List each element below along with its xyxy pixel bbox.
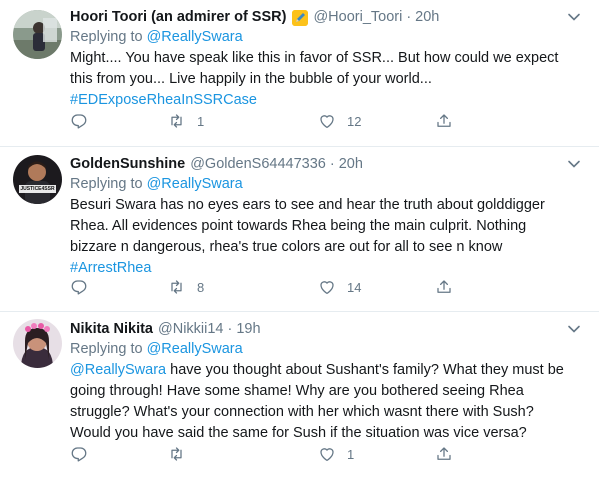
tweet-text-line: this from you... Live happily in the bub… xyxy=(70,71,432,87)
display-name[interactable]: Nikita Nikita xyxy=(70,320,153,339)
user-handle[interactable]: @Hoori_Toori xyxy=(313,8,402,27)
heart-icon xyxy=(320,448,334,462)
replying-to: Replying to @ReallySwara xyxy=(70,339,585,360)
tweet[interactable]: JUSTICE4SSR GoldenSunshine @GoldenS64447… xyxy=(0,147,599,312)
hashtag-link[interactable]: #ArrestRhea xyxy=(70,260,151,276)
person-photo-icon xyxy=(13,155,62,204)
share-button[interactable] xyxy=(435,445,453,463)
retweet-icon xyxy=(171,447,182,461)
tweet-header: GoldenSunshine @GoldenS64447336 · 20h xyxy=(70,155,585,174)
share-button[interactable] xyxy=(435,112,453,130)
tweet-text-line: Rhea. All evidences point towards Rhea b… xyxy=(70,218,527,234)
tweet[interactable]: Nikita Nikita @Nikkii14 · 19h Replying t… xyxy=(0,312,599,481)
chevron-down-icon[interactable] xyxy=(565,8,583,26)
dot-separator: · xyxy=(329,156,335,172)
retweet-count: 8 xyxy=(197,279,205,295)
mention-link[interactable]: @ReallySwara xyxy=(70,362,166,378)
share-icon xyxy=(437,447,451,460)
avatar[interactable] xyxy=(13,10,62,59)
retweet-count: 1 xyxy=(197,113,205,129)
like-count: 14 xyxy=(347,279,362,295)
tweet-text-line: struggle? What's your connection with he… xyxy=(70,404,534,420)
avatar-caption: JUSTICE4SSR xyxy=(20,186,55,192)
hashtag-link[interactable]: #EDExposeRheaInSSRCase xyxy=(70,92,257,108)
tweet[interactable]: Hoori Toori (an admirer of SSR) @Hoori_T… xyxy=(0,0,599,147)
reply-bubble-icon xyxy=(71,280,87,295)
tweet-text-line: bizzare n dangerous, rhea's true colors … xyxy=(70,239,503,255)
avatar[interactable] xyxy=(13,319,62,368)
user-handle[interactable]: @Nikkii14 xyxy=(158,320,223,339)
dot-separator: · xyxy=(227,321,233,337)
tweet-text: Besuri Swara has no eyes ears to see and… xyxy=(70,195,585,279)
retweet-icon xyxy=(171,280,182,294)
retweet-button[interactable]: 8 xyxy=(167,278,204,296)
display-name[interactable]: GoldenSunshine xyxy=(70,155,185,174)
share-button[interactable] xyxy=(435,278,453,296)
reply-button[interactable] xyxy=(70,112,88,130)
retweet-button[interactable] xyxy=(167,445,197,463)
tweet-text-line: going through! Have some shame! Why are … xyxy=(70,383,524,399)
tweet-text-line: Besuri Swara has no eyes ears to see and… xyxy=(70,197,545,213)
reply-button[interactable] xyxy=(70,278,88,296)
share-icon xyxy=(437,280,451,293)
reply-button[interactable] xyxy=(70,445,88,463)
chevron-down-icon[interactable] xyxy=(565,155,583,173)
reply-bubble-icon xyxy=(71,114,87,129)
user-handle[interactable]: @GoldenS64447336 xyxy=(190,155,326,174)
chevron-down-icon[interactable] xyxy=(565,320,583,338)
tweet-text-line: Might.... You have speak like this in fa… xyxy=(70,50,559,66)
tweet-text-line: Would you have said the same for Sush if… xyxy=(70,425,527,441)
replying-to-label: Replying to xyxy=(70,29,143,45)
retweet-button[interactable]: 1 xyxy=(167,112,204,130)
like-count: 1 xyxy=(347,446,355,462)
like-button[interactable]: 12 xyxy=(318,112,361,130)
like-count: 12 xyxy=(347,113,362,129)
display-name[interactable]: Hoori Toori (an admirer of SSR) xyxy=(70,8,286,27)
replying-to-link[interactable]: @ReallySwara xyxy=(147,341,243,357)
timestamp[interactable]: 19h xyxy=(236,320,260,339)
heart-icon xyxy=(320,281,334,295)
reply-bubble-icon xyxy=(71,447,87,462)
tweet-text: Might.... You have speak like this in fa… xyxy=(70,48,585,111)
replying-to: Replying to @ReallySwara xyxy=(70,27,585,48)
dot-separator: · xyxy=(406,9,412,25)
replying-to: Replying to @ReallySwara xyxy=(70,174,585,195)
replying-to-link[interactable]: @ReallySwara xyxy=(147,176,243,192)
heart-icon xyxy=(320,115,334,129)
like-button[interactable]: 1 xyxy=(318,445,354,463)
pencil-emoji-icon xyxy=(292,9,309,26)
like-button[interactable]: 14 xyxy=(318,278,361,296)
timestamp[interactable]: 20h xyxy=(339,155,363,174)
tweet-header: Nikita Nikita @Nikkii14 · 19h xyxy=(70,320,585,339)
replying-to-label: Replying to xyxy=(70,176,143,192)
tweet-text: @ReallySwara have you thought about Sush… xyxy=(70,360,585,444)
tweet-header: Hoori Toori (an admirer of SSR) @Hoori_T… xyxy=(70,8,585,27)
share-icon xyxy=(437,114,451,127)
replying-to-link[interactable]: @ReallySwara xyxy=(147,29,243,45)
person-photo-icon xyxy=(13,10,62,59)
timestamp[interactable]: 20h xyxy=(415,8,439,27)
person-photo-icon xyxy=(13,319,62,368)
replying-to-label: Replying to xyxy=(70,341,143,357)
tweet-feed: Hoori Toori (an admirer of SSR) @Hoori_T… xyxy=(0,0,599,481)
tweet-text-line: have you thought about Sushant's family?… xyxy=(166,362,564,378)
retweet-icon xyxy=(171,114,182,128)
avatar[interactable]: JUSTICE4SSR xyxy=(13,155,62,204)
